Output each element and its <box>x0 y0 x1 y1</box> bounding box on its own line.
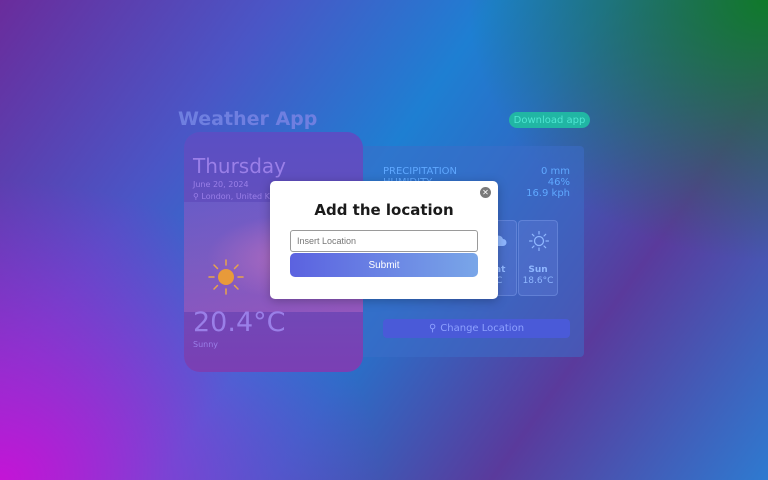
location-pin-icon: ⚲ <box>428 323 437 334</box>
app-title: Weather App <box>178 108 318 130</box>
close-icon[interactable]: ✕ <box>480 187 491 198</box>
current-temperature: 20.4°C <box>193 307 286 338</box>
current-condition: Sunny <box>193 340 219 349</box>
download-app-button[interactable]: Download app <box>509 112 590 128</box>
add-location-modal: ✕ Add the location Submit <box>270 181 498 299</box>
forecast-temp: 18.6°C <box>522 276 554 286</box>
current-location: ⚲ London, United Ki <box>193 192 272 201</box>
change-location-button[interactable]: ⚲ Change Location <box>383 319 570 338</box>
current-location-text: London, United Ki <box>201 192 273 201</box>
location-pin-icon: ⚲ <box>193 192 199 201</box>
forecast-day: Sun <box>528 265 548 275</box>
sun-icon <box>529 231 549 251</box>
current-day: Thursday <box>193 154 286 178</box>
current-date: June 20, 2024 <box>193 180 249 189</box>
humidity-value: 46% <box>547 177 570 188</box>
forecast-card-sun: Sun 18.6°C <box>518 220 558 296</box>
modal-title: Add the location <box>314 201 454 219</box>
change-location-label: Change Location <box>440 323 525 334</box>
submit-button[interactable]: Submit <box>290 253 478 277</box>
wind-value: 16.9 kph <box>526 188 570 199</box>
sun-icon <box>208 259 244 295</box>
precipitation-value: 0 mm <box>540 166 570 177</box>
precipitation-label: PRECIPITATION <box>383 166 458 177</box>
location-input[interactable] <box>290 230 478 252</box>
